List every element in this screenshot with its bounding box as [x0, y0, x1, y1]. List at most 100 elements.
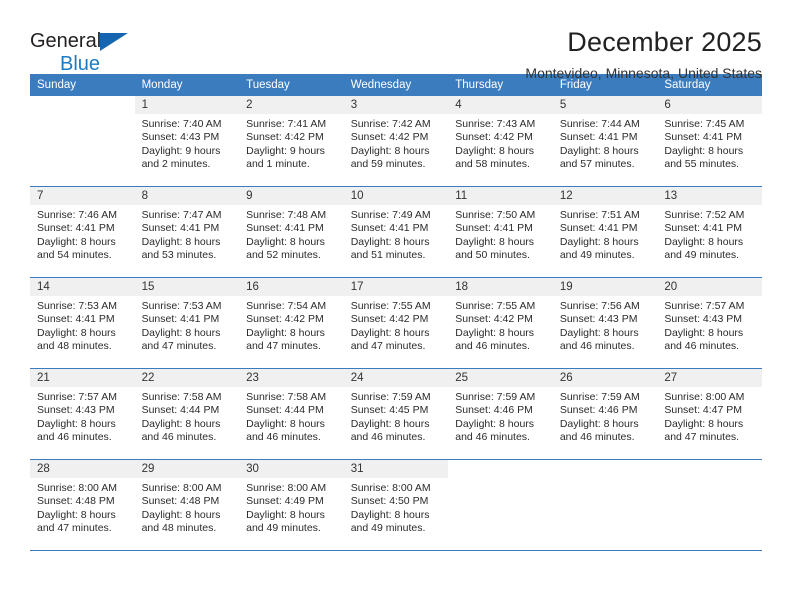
calendar-day-cell[interactable]: 30 Sunrise: 8:00 AM Sunset: 4:49 PM Dayligh…	[239, 459, 344, 551]
sunset-text: Sunset: 4:44 PM	[246, 404, 324, 417]
sunset-text: Sunset: 4:42 PM	[350, 131, 429, 144]
day-info: Sunrise: 7:57 AM Sunset: 4:43 PM Daylight:…	[657, 296, 762, 354]
calendar-day-cell[interactable]: 7 Sunrise: 7:46 AM Sunset: 4:41 PM Daylight…	[30, 186, 135, 278]
sunrise-text: Sunrise: 8:00 AM	[37, 482, 117, 494]
sunrise-text: Sunrise: 7:59 AM	[455, 391, 536, 403]
day-info: Sunrise: 7:51 AM Sunset: 4:41 PM Daylight:…	[553, 205, 658, 263]
calendar-day-cell[interactable]: 20 Sunrise: 7:57 AM Sunset: 4:43 PM Dayligh…	[657, 277, 762, 369]
daylight-text-line1: Daylight: 8 hours	[559, 144, 639, 157]
calendar-week-row: 14 Sunrise: 7:53 AM Sunset: 4:41 PM Dayligh…	[30, 277, 762, 369]
day-cell-inner: 17 Sunrise: 7:55 AM Sunset: 4:42 PM Dayligh…	[343, 278, 449, 368]
sunset-text: Sunset: 4:42 PM	[246, 131, 324, 144]
calendar-day-cell[interactable]: 5 Sunrise: 7:44 AM Sunset: 4:41 PM Daylight…	[552, 96, 658, 187]
daylight-text-line1: Daylight: 8 hours	[559, 417, 639, 430]
calendar-day-cell[interactable]: 4 Sunrise: 7:43 AM Sunset: 4:42 PM Daylight…	[448, 96, 553, 187]
calendar-day-cell[interactable]: 18 Sunrise: 7:55 AM Sunset: 4:42 PM Dayligh…	[448, 277, 553, 369]
calendar-day-cell[interactable]: 21 Sunrise: 7:57 AM Sunset: 4:43 PM Dayligh…	[30, 368, 135, 460]
sunset-text: Sunset: 4:48 PM	[37, 495, 115, 508]
day-cell-inner	[448, 460, 553, 550]
calendar-day-cell[interactable]: 10 Sunrise: 7:49 AM Sunset: 4:41 PM Dayligh…	[343, 186, 449, 278]
calendar-day-cell[interactable]: 16 Sunrise: 7:54 AM Sunset: 4:42 PM Dayligh…	[239, 277, 344, 369]
day-cell-inner: 24 Sunrise: 7:59 AM Sunset: 4:45 PM Dayligh…	[343, 369, 449, 459]
daylight-text-line1: Daylight: 9 hours	[246, 144, 325, 157]
day-number: 7	[30, 187, 135, 205]
sunset-text: Sunset: 4:42 PM	[455, 131, 533, 144]
day-cell-inner: 12 Sunrise: 7:51 AM Sunset: 4:41 PM Dayligh…	[552, 187, 658, 277]
calendar-day-cell[interactable]: 2 Sunrise: 7:41 AM Sunset: 4:42 PM Daylight…	[239, 96, 344, 187]
sunset-text: Sunset: 4:43 PM	[559, 313, 638, 326]
daylight-text-line1: Daylight: 8 hours	[37, 417, 116, 430]
day-cell-inner: 25 Sunrise: 7:59 AM Sunset: 4:46 PM Dayligh…	[448, 369, 553, 459]
day-number: 8	[134, 187, 240, 205]
daylight-text-line2: and 46 minutes.	[141, 431, 217, 444]
day-info: Sunrise: 7:43 AM Sunset: 4:42 PM Daylight:…	[448, 114, 553, 172]
calendar-empty-cell	[30, 96, 135, 187]
day-info: Sunrise: 7:55 AM Sunset: 4:42 PM Daylight:…	[448, 296, 553, 354]
day-info: Sunrise: 7:49 AM Sunset: 4:41 PM Daylight:…	[344, 205, 449, 263]
calendar-day-cell[interactable]: 23 Sunrise: 7:58 AM Sunset: 4:44 PM Dayligh…	[239, 368, 344, 460]
calendar-day-cell[interactable]: 8 Sunrise: 7:47 AM Sunset: 4:41 PM Daylight…	[134, 186, 240, 278]
calendar-day-cell[interactable]: 6 Sunrise: 7:45 AM Sunset: 4:41 PM Daylight…	[657, 96, 762, 187]
sunrise-text: Sunrise: 7:59 AM	[559, 391, 640, 403]
day-cell-inner: 22 Sunrise: 7:58 AM Sunset: 4:44 PM Dayligh…	[134, 369, 240, 459]
calendar-day-cell[interactable]: 26 Sunrise: 7:59 AM Sunset: 4:46 PM Dayligh…	[552, 368, 658, 460]
sunrise-text: Sunrise: 7:45 AM	[664, 118, 745, 130]
sunrise-text: Sunrise: 7:57 AM	[664, 300, 745, 312]
calendar-day-cell[interactable]: 1 Sunrise: 7:40 AM Sunset: 4:43 PM Daylight…	[134, 96, 240, 187]
calendar-table: Sunday Monday Tuesday Wednesday Thursday…	[30, 74, 762, 551]
daylight-text-line2: and 59 minutes.	[350, 158, 426, 171]
calendar-day-cell[interactable]: 12 Sunrise: 7:51 AM Sunset: 4:41 PM Dayligh…	[552, 186, 658, 278]
daylight-text-line1: Daylight: 8 hours	[664, 235, 744, 248]
day-number	[448, 460, 553, 478]
calendar-day-cell[interactable]: 31 Sunrise: 8:00 AM Sunset: 4:50 PM Dayligh…	[343, 459, 449, 551]
daylight-text-line1: Daylight: 8 hours	[350, 417, 430, 430]
day-number: 28	[30, 460, 135, 478]
day-info: Sunrise: 7:48 AM Sunset: 4:41 PM Daylight:…	[239, 205, 344, 263]
daylight-text-line1: Daylight: 9 hours	[141, 144, 221, 157]
calendar-day-cell[interactable]: 28 Sunrise: 8:00 AM Sunset: 4:48 PM Dayligh…	[30, 459, 135, 551]
calendar-day-cell[interactable]: 11 Sunrise: 7:50 AM Sunset: 4:41 PM Dayligh…	[448, 186, 553, 278]
day-cell-inner: 27 Sunrise: 8:00 AM Sunset: 4:47 PM Dayligh…	[657, 369, 762, 459]
calendar-day-cell[interactable]: 27 Sunrise: 8:00 AM Sunset: 4:47 PM Dayligh…	[657, 368, 762, 460]
daylight-text-line2: and 46 minutes.	[559, 340, 635, 353]
sunset-text: Sunset: 4:41 PM	[141, 222, 220, 235]
sunset-text: Sunset: 4:41 PM	[559, 222, 638, 235]
day-cell-inner: 3 Sunrise: 7:42 AM Sunset: 4:42 PM Daylight…	[343, 96, 449, 186]
sunset-text: Sunset: 4:47 PM	[664, 404, 743, 417]
calendar-day-cell[interactable]: 14 Sunrise: 7:53 AM Sunset: 4:41 PM Dayligh…	[30, 277, 135, 369]
calendar-day-cell[interactable]: 15 Sunrise: 7:53 AM Sunset: 4:41 PM Dayligh…	[134, 277, 240, 369]
daylight-text-line1: Daylight: 8 hours	[350, 326, 430, 339]
calendar-day-cell[interactable]: 29 Sunrise: 8:00 AM Sunset: 4:48 PM Dayligh…	[134, 459, 240, 551]
daylight-text-line1: Daylight: 8 hours	[350, 235, 430, 248]
daylight-text-line2: and 52 minutes.	[246, 249, 321, 262]
calendar-day-cell[interactable]: 24 Sunrise: 7:59 AM Sunset: 4:45 PM Dayligh…	[343, 368, 449, 460]
sunrise-text: Sunrise: 7:55 AM	[455, 300, 536, 312]
day-number: 24	[343, 369, 449, 387]
calendar-day-cell[interactable]: 13 Sunrise: 7:52 AM Sunset: 4:41 PM Dayligh…	[657, 186, 762, 278]
calendar-day-cell[interactable]: 17 Sunrise: 7:55 AM Sunset: 4:42 PM Dayligh…	[343, 277, 449, 369]
calendar-empty-cell	[657, 459, 762, 551]
day-cell-inner: 16 Sunrise: 7:54 AM Sunset: 4:42 PM Dayligh…	[239, 278, 344, 368]
sunrise-text: Sunrise: 8:00 AM	[246, 482, 327, 494]
calendar-day-cell[interactable]: 22 Sunrise: 7:58 AM Sunset: 4:44 PM Dayligh…	[134, 368, 240, 460]
calendar-day-cell[interactable]: 3 Sunrise: 7:42 AM Sunset: 4:42 PM Daylight…	[343, 96, 449, 187]
calendar-day-cell[interactable]: 9 Sunrise: 7:48 AM Sunset: 4:41 PM Daylight…	[239, 186, 344, 278]
day-cell-inner: 2 Sunrise: 7:41 AM Sunset: 4:42 PM Daylight…	[239, 96, 344, 186]
daylight-text-line2: and 49 minutes.	[664, 249, 740, 262]
daylight-text-line2: and 53 minutes.	[141, 249, 217, 262]
sunset-text: Sunset: 4:48 PM	[141, 495, 220, 508]
calendar-day-cell[interactable]: 19 Sunrise: 7:56 AM Sunset: 4:43 PM Dayligh…	[552, 277, 658, 369]
triangle-icon	[100, 33, 128, 51]
calendar-week-row: 1 Sunrise: 7:40 AM Sunset: 4:43 PM Daylight…	[30, 96, 762, 187]
day-info: Sunrise: 8:00 AM Sunset: 4:50 PM Daylight:…	[344, 478, 449, 536]
day-number: 9	[239, 187, 344, 205]
calendar-week-row: 7 Sunrise: 7:46 AM Sunset: 4:41 PM Daylight…	[30, 186, 762, 278]
day-number: 5	[552, 96, 658, 114]
calendar-day-cell[interactable]: 25 Sunrise: 7:59 AM Sunset: 4:46 PM Dayligh…	[448, 368, 553, 460]
daylight-text-line2: and 1 minute.	[246, 158, 310, 171]
sunrise-text: Sunrise: 7:41 AM	[246, 118, 327, 130]
daylight-text-line1: Daylight: 8 hours	[350, 508, 430, 521]
day-number: 17	[343, 278, 449, 296]
sunset-text: Sunset: 4:41 PM	[246, 222, 324, 235]
day-number: 1	[134, 96, 240, 114]
